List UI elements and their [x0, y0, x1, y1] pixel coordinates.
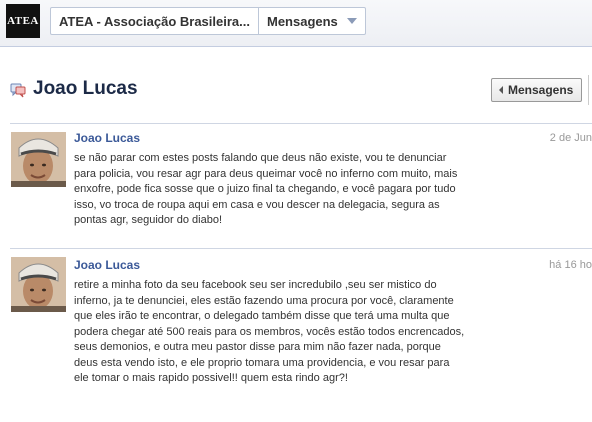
message-body: retire a minha foto da seu facebook seu …	[74, 279, 465, 384]
group-link[interactable]: ATEA - Associação Brasileira...	[51, 8, 258, 34]
message-timestamp: há 16 ho	[549, 259, 592, 271]
divider	[588, 75, 589, 105]
section-dropdown[interactable]: Mensagens	[257, 8, 365, 34]
message-item: Joao Lucas há 16 ho retire a minha foto …	[10, 248, 592, 419]
messages-icon	[10, 82, 26, 98]
message-author[interactable]: Joao Lucas	[74, 131, 140, 145]
message-item: Joao Lucas 2 de Jun se não parar com est…	[10, 123, 592, 244]
back-button-label: Mensagens	[508, 83, 574, 97]
conversation-header: Joao Lucas Mensagens	[0, 75, 592, 107]
message-author[interactable]: Joao Lucas	[74, 258, 140, 272]
breadcrumb: ATEA - Associação Brasileira... Mensagen…	[50, 7, 366, 35]
message-timestamp: 2 de Jun	[549, 132, 592, 144]
avatar[interactable]	[11, 132, 66, 187]
logo-text: ATEA	[7, 15, 39, 27]
message-body: se não parar com estes posts falando que…	[74, 152, 458, 226]
page-title: Joao Lucas	[33, 78, 138, 99]
group-logo[interactable]: ATEA	[6, 4, 40, 38]
back-to-messages-button[interactable]: Mensagens	[491, 78, 583, 102]
section-label: Mensagens	[266, 13, 338, 29]
top-bar: ATEA ATEA - Associação Brasileira... Men…	[0, 0, 592, 47]
chevron-down-icon	[346, 18, 357, 24]
avatar[interactable]	[11, 257, 66, 312]
chevron-left-icon	[499, 86, 503, 94]
